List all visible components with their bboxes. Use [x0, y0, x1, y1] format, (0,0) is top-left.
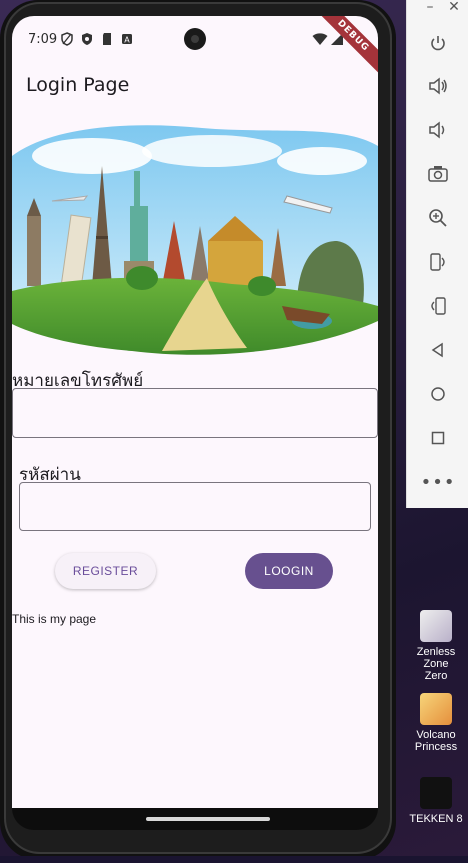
volume-down-icon[interactable] — [425, 117, 451, 143]
taskbar — [0, 856, 468, 863]
desktop-shortcut[interactable]: Volcano Princess — [404, 693, 468, 753]
home-icon[interactable] — [425, 381, 451, 407]
overview-icon[interactable] — [425, 425, 451, 451]
camera-icon[interactable] — [425, 161, 451, 187]
password-field[interactable] — [19, 482, 371, 531]
rotate-right-icon[interactable] — [425, 293, 451, 319]
front-camera — [184, 28, 206, 50]
zoom-in-icon[interactable] — [425, 205, 451, 231]
shield-icon — [82, 33, 92, 45]
shortcut-label: TEKKEN 8 — [409, 813, 463, 825]
emulator-toolbar: – ✕ ••• — [406, 0, 468, 508]
app-screen: 7:09 A DEBUG Login Page หมายเลขโทรศัพย์ … — [12, 16, 378, 808]
power-icon[interactable] — [425, 30, 451, 56]
shortcut-label: Volcano — [416, 729, 456, 741]
page-note: This is my page — [12, 612, 97, 626]
login-button[interactable]: LOOGIN — [245, 553, 333, 589]
desktop-shortcut[interactable]: Zenless Zone Zero — [404, 610, 468, 682]
status-bar: 7:09 A DEBUG — [12, 16, 378, 81]
phone-number-field[interactable] — [12, 388, 378, 438]
shield-outline-icon — [61, 32, 73, 46]
status-time: 7:09 — [28, 32, 58, 47]
home-gesture-handle[interactable] — [146, 817, 270, 821]
register-button[interactable]: REGISTER — [55, 553, 156, 589]
back-icon[interactable] — [425, 337, 451, 363]
sd-card-icon — [103, 33, 111, 45]
rotate-left-icon[interactable] — [425, 249, 451, 275]
world-landmarks-illustration — [12, 125, 378, 355]
desktop-shortcut[interactable]: TEKKEN 8 — [404, 777, 468, 825]
page-title: Login Page — [26, 74, 130, 96]
debug-banner: DEBUG — [308, 16, 378, 81]
minimize-icon[interactable]: – — [417, 0, 443, 20]
zenless-zone-zero-icon — [420, 610, 452, 642]
volcano-princess-icon — [420, 693, 452, 725]
wifi-icon — [312, 33, 328, 45]
svg-text:A: A — [124, 36, 130, 45]
shortcut-label: Zenless Zone — [416, 646, 456, 670]
close-icon[interactable]: ✕ — [441, 0, 467, 20]
tekken-8-icon — [420, 777, 452, 809]
font-download-icon: A — [122, 34, 132, 45]
more-options-icon[interactable]: ••• — [421, 469, 455, 495]
volume-up-icon[interactable] — [425, 73, 451, 99]
shortcut-label-line2: Zero — [424, 670, 448, 682]
shortcut-label-line2: Princess — [414, 741, 458, 753]
